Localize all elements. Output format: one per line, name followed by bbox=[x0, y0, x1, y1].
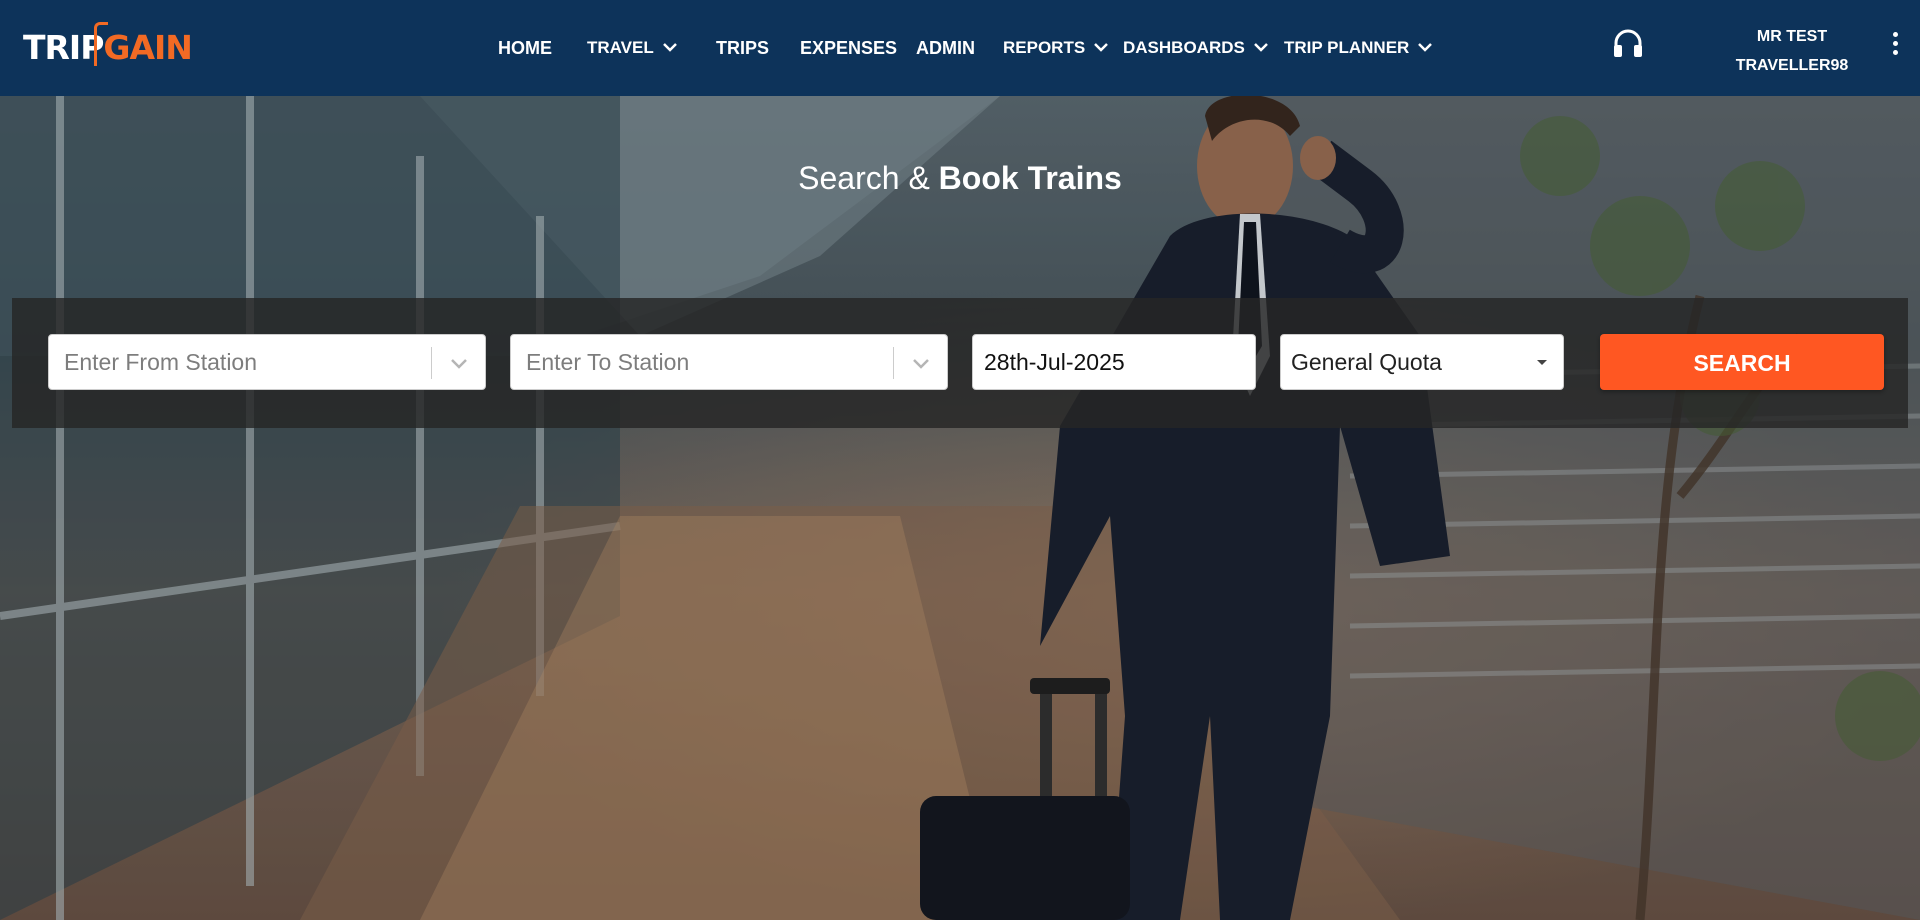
nav-trips[interactable]: TRIPS bbox=[716, 36, 769, 60]
from-station-placeholder: Enter From Station bbox=[64, 349, 258, 375]
to-station-select[interactable]: Enter To Station bbox=[510, 334, 948, 390]
travel-date-value: 28th-Jul-2025 bbox=[984, 349, 1125, 375]
caret-down-icon bbox=[1537, 360, 1547, 365]
nav-trip-planner[interactable]: TRIP PLANNER bbox=[1284, 36, 1433, 60]
chevron-down-icon bbox=[662, 42, 677, 52]
nav-home[interactable]: HOME bbox=[498, 36, 552, 60]
user-menu[interactable]: MR TEST TRAVELLER98 bbox=[1732, 22, 1852, 80]
hero-title-strong: Book Trains bbox=[938, 160, 1122, 196]
chevron-down-icon bbox=[1094, 42, 1109, 52]
hero-banner: Search & Book Trains Enter From Station … bbox=[0, 96, 1920, 920]
nav-dashboards[interactable]: DASHBOARDS bbox=[1123, 36, 1269, 60]
hero-title-prefix: Search & bbox=[798, 160, 930, 196]
train-search-bar: Enter From Station Enter To Station 28th… bbox=[12, 298, 1908, 428]
travel-date-input[interactable]: 28th-Jul-2025 bbox=[972, 334, 1256, 390]
hero-title: Search & Book Trains bbox=[0, 158, 1920, 198]
headset-icon[interactable] bbox=[1611, 27, 1645, 61]
nav-expenses[interactable]: EXPENSES bbox=[800, 36, 897, 60]
from-station-select[interactable]: Enter From Station bbox=[48, 334, 486, 390]
quota-select[interactable]: General Quota bbox=[1280, 334, 1564, 390]
nav-admin[interactable]: ADMIN bbox=[916, 36, 975, 60]
chevron-down-icon[interactable] bbox=[911, 353, 931, 373]
user-name-line2: TRAVELLER98 bbox=[1735, 57, 1849, 74]
select-separator bbox=[431, 347, 432, 379]
to-station-placeholder: Enter To Station bbox=[526, 349, 690, 375]
user-name-line1: MR TEST bbox=[1756, 28, 1828, 45]
nav-reports[interactable]: REPORTS bbox=[1003, 36, 1109, 60]
select-separator bbox=[893, 347, 894, 379]
chevron-down-icon bbox=[1253, 42, 1268, 52]
search-button[interactable]: SEARCH bbox=[1600, 334, 1884, 390]
nav-travel[interactable]: TRAVEL bbox=[587, 36, 678, 60]
kebab-menu-icon[interactable] bbox=[1888, 32, 1902, 62]
hero-background-image bbox=[0, 96, 1920, 920]
top-navbar: TRIP GAIN HOME TRAVEL TRIPS EXPENSES ADMI… bbox=[0, 0, 1920, 96]
chevron-down-icon[interactable] bbox=[449, 353, 469, 373]
chevron-down-icon bbox=[1418, 42, 1433, 52]
quota-value: General Quota bbox=[1291, 349, 1442, 375]
